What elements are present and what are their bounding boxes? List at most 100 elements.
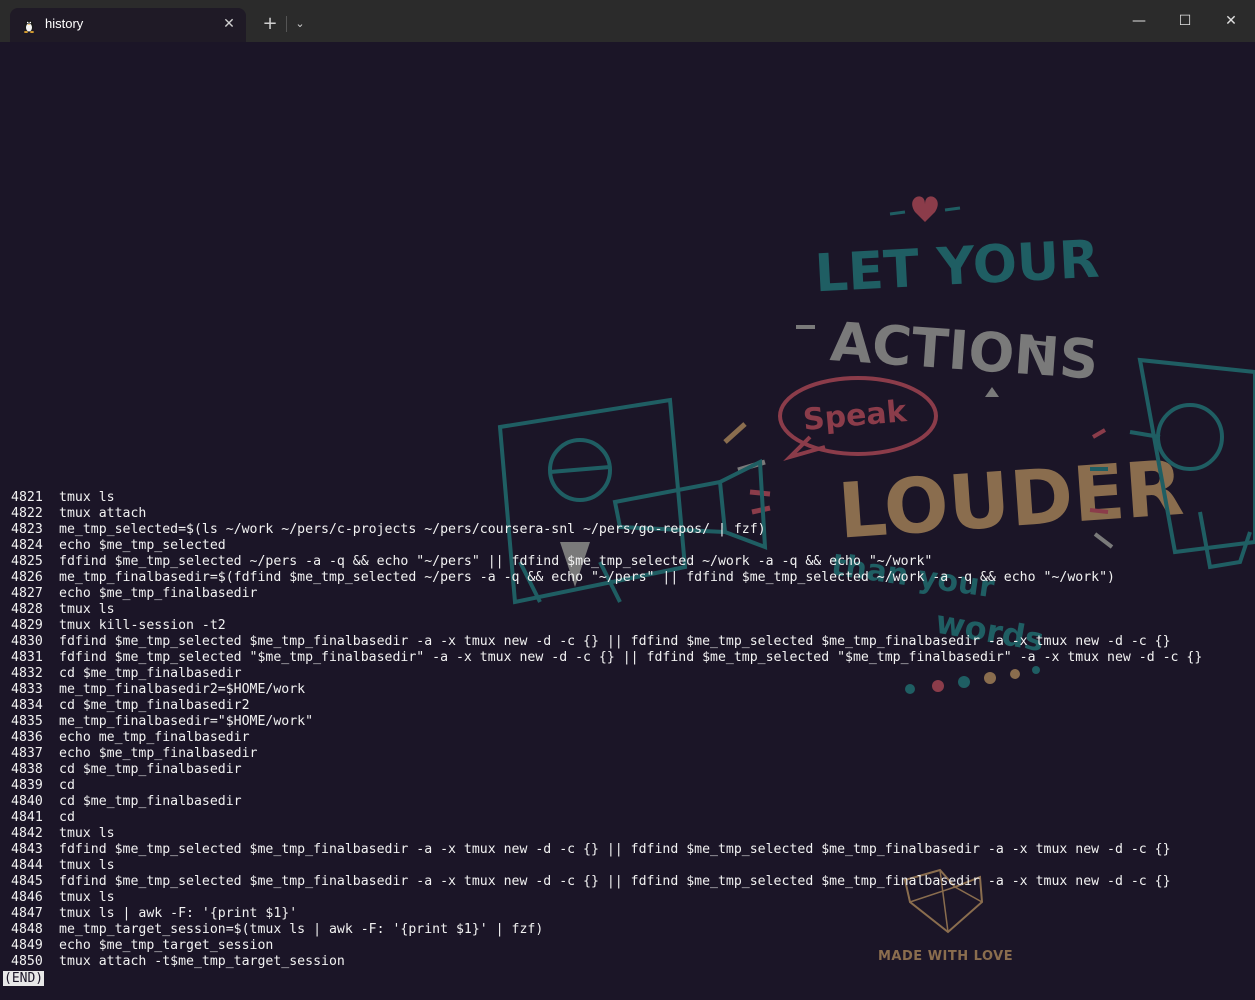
tab-divider [286,16,287,32]
made-with-love-badge: MADE WITH LOVE [878,949,1014,964]
history-line-command: cd $me_tmp_finalbasedir [59,666,242,681]
history-line-number: 4824 [11,538,43,553]
history-line: 4849 echo $me_tmp_target_session [11,938,1202,954]
history-line: 4835 me_tmp_finalbasedir="$HOME/work" [11,714,1202,730]
history-line: 4823 me_tmp_selected=$(ls ~/work ~/pers/c… [11,522,1202,538]
history-line: 4850 tmux attach -t$me_tmp_target_session [11,954,1202,970]
history-line-command: cd [59,810,75,825]
history-line-number: 4845 [11,874,43,889]
history-line: 4836 echo me_tmp_finalbasedir [11,730,1202,746]
chevron-down-icon[interactable]: ⌄ [290,14,310,34]
history-line: 4833 me_tmp_finalbasedir2=$HOME/work [11,682,1202,698]
history-output: 4821 tmux ls 4822 tmux attach 4823 me_tmp_sel… [11,490,1202,970]
history-line: 4839 cd [11,778,1202,794]
history-line-number: 4822 [11,506,43,521]
history-line: 4829 tmux kill-session -t2 [11,618,1202,634]
history-line-number: 4841 [11,810,43,825]
history-line-number: 4843 [11,842,43,857]
maximize-button[interactable]: ☐ [1173,10,1197,32]
history-line: 4837 echo $me_tmp_finalbasedir [11,746,1202,762]
pager-status: (END) [3,971,45,986]
new-tab-button[interactable]: + [260,14,280,34]
history-line-number: 4831 [11,650,43,665]
history-line: 4827 echo $me_tmp_finalbasedir [11,586,1202,602]
history-line-number: 4836 [11,730,43,745]
tab-title: history [45,16,84,31]
history-line-number: 4848 [11,922,43,937]
wallpaper-line3: Speak [802,394,909,438]
history-line-number: 4827 [11,586,43,601]
history-line-number: 4832 [11,666,43,681]
history-line-number: 4840 [11,794,43,809]
heart-icon [912,196,938,222]
history-line-command: tmux ls [59,490,115,505]
wallpaper-line2: ACTIONS [828,310,1100,392]
history-line-number: 4844 [11,858,43,873]
history-line-command: cd $me_tmp_finalbasedir [59,762,242,777]
history-line: 4847 tmux ls | awk -F: '{print $1}' [11,906,1202,922]
history-line-command: tmux ls | awk -F: '{print $1}' [59,906,298,921]
history-line-number: 4834 [11,698,43,713]
history-line-command: me_tmp_selected=$(ls ~/work ~/pers/c-pro… [59,522,766,537]
history-line: 4848 me_tmp_target_session=$(tmux ls | aw… [11,922,1202,938]
history-line-command: me_tmp_finalbasedir="$HOME/work" [59,714,314,729]
history-line-number: 4833 [11,682,43,697]
history-line: 4841 cd [11,810,1202,826]
history-line-command: echo $me_tmp_selected [59,538,226,553]
history-line: 4846 tmux ls [11,890,1202,906]
history-line-command: tmux kill-session -t2 [59,618,226,633]
history-line-number: 4839 [11,778,43,793]
history-line: 4822 tmux attach [11,506,1202,522]
history-line-command: echo $me_tmp_finalbasedir [59,586,258,601]
history-line-command: me_tmp_finalbasedir=$(fdfind $me_tmp_sel… [59,570,1115,585]
history-line: 4825 fdfind $me_tmp_selected ~/pers -a -q… [11,554,1202,570]
history-line: 4826 me_tmp_finalbasedir=$(fdfind $me_tmp… [11,570,1202,586]
history-line-number: 4825 [11,554,43,569]
history-line: 4824 echo $me_tmp_selected [11,538,1202,554]
title-bar: history ✕ + ⌄ — ☐ ✕ [0,0,1255,42]
history-line-command: cd $me_tmp_finalbasedir2 [59,698,250,713]
history-line: 4832 cd $me_tmp_finalbasedir [11,666,1202,682]
close-tab-icon[interactable]: ✕ [220,15,238,33]
close-window-button[interactable]: ✕ [1219,10,1243,32]
history-line-number: 4821 [11,490,43,505]
history-line-command: me_tmp_finalbasedir2=$HOME/work [59,682,306,697]
history-line: 4842 tmux ls [11,826,1202,842]
history-line-number: 4842 [11,826,43,841]
history-line-command: fdfind $me_tmp_selected "$me_tmp_finalba… [59,650,1203,665]
history-line-command: echo $me_tmp_finalbasedir [59,746,258,761]
history-line-number: 4835 [11,714,43,729]
history-line-number: 4837 [11,746,43,761]
history-line: 4844 tmux ls [11,858,1202,874]
history-line: 4830 fdfind $me_tmp_selected $me_tmp_fina… [11,634,1202,650]
tab-history[interactable]: history ✕ [10,8,246,42]
history-line: 4838 cd $me_tmp_finalbasedir [11,762,1202,778]
history-line-number: 4823 [11,522,43,537]
history-line: 4845 fdfind $me_tmp_selected $me_tmp_fina… [11,874,1202,890]
history-line-command: fdfind $me_tmp_selected $me_tmp_finalbas… [59,874,1171,889]
history-line-command: tmux ls [59,826,115,841]
history-line-command: me_tmp_target_session=$(tmux ls | awk -F… [59,922,544,937]
history-line-number: 4850 [11,954,43,969]
history-line-command: tmux ls [59,890,115,905]
history-line: 4828 tmux ls [11,602,1202,618]
history-line-command: cd [59,778,75,793]
history-line-number: 4847 [11,906,43,921]
linux-penguin-icon [24,20,34,33]
history-line-command: echo me_tmp_finalbasedir [59,730,250,745]
history-line-command: fdfind $me_tmp_selected $me_tmp_finalbas… [59,634,1171,649]
history-line: 4831 fdfind $me_tmp_selected "$me_tmp_fin… [11,650,1202,666]
history-line: 4843 fdfind $me_tmp_selected $me_tmp_fina… [11,842,1202,858]
history-line-command: tmux ls [59,602,115,617]
history-line-command: tmux ls [59,858,115,873]
history-line-command: fdfind $me_tmp_selected $me_tmp_finalbas… [59,842,1171,857]
minimize-button[interactable]: — [1127,10,1151,32]
history-line-number: 4846 [11,890,43,905]
history-line-number: 4826 [11,570,43,585]
history-line: 4821 tmux ls [11,490,1202,506]
history-line-command: echo $me_tmp_target_session [59,938,274,953]
history-line-number: 4838 [11,762,43,777]
terminal-pane[interactable]: LET YOUR ACTIONS Speak LOUDER than your … [0,42,1255,1000]
history-line: 4840 cd $me_tmp_finalbasedir [11,794,1202,810]
history-line-number: 4829 [11,618,43,633]
